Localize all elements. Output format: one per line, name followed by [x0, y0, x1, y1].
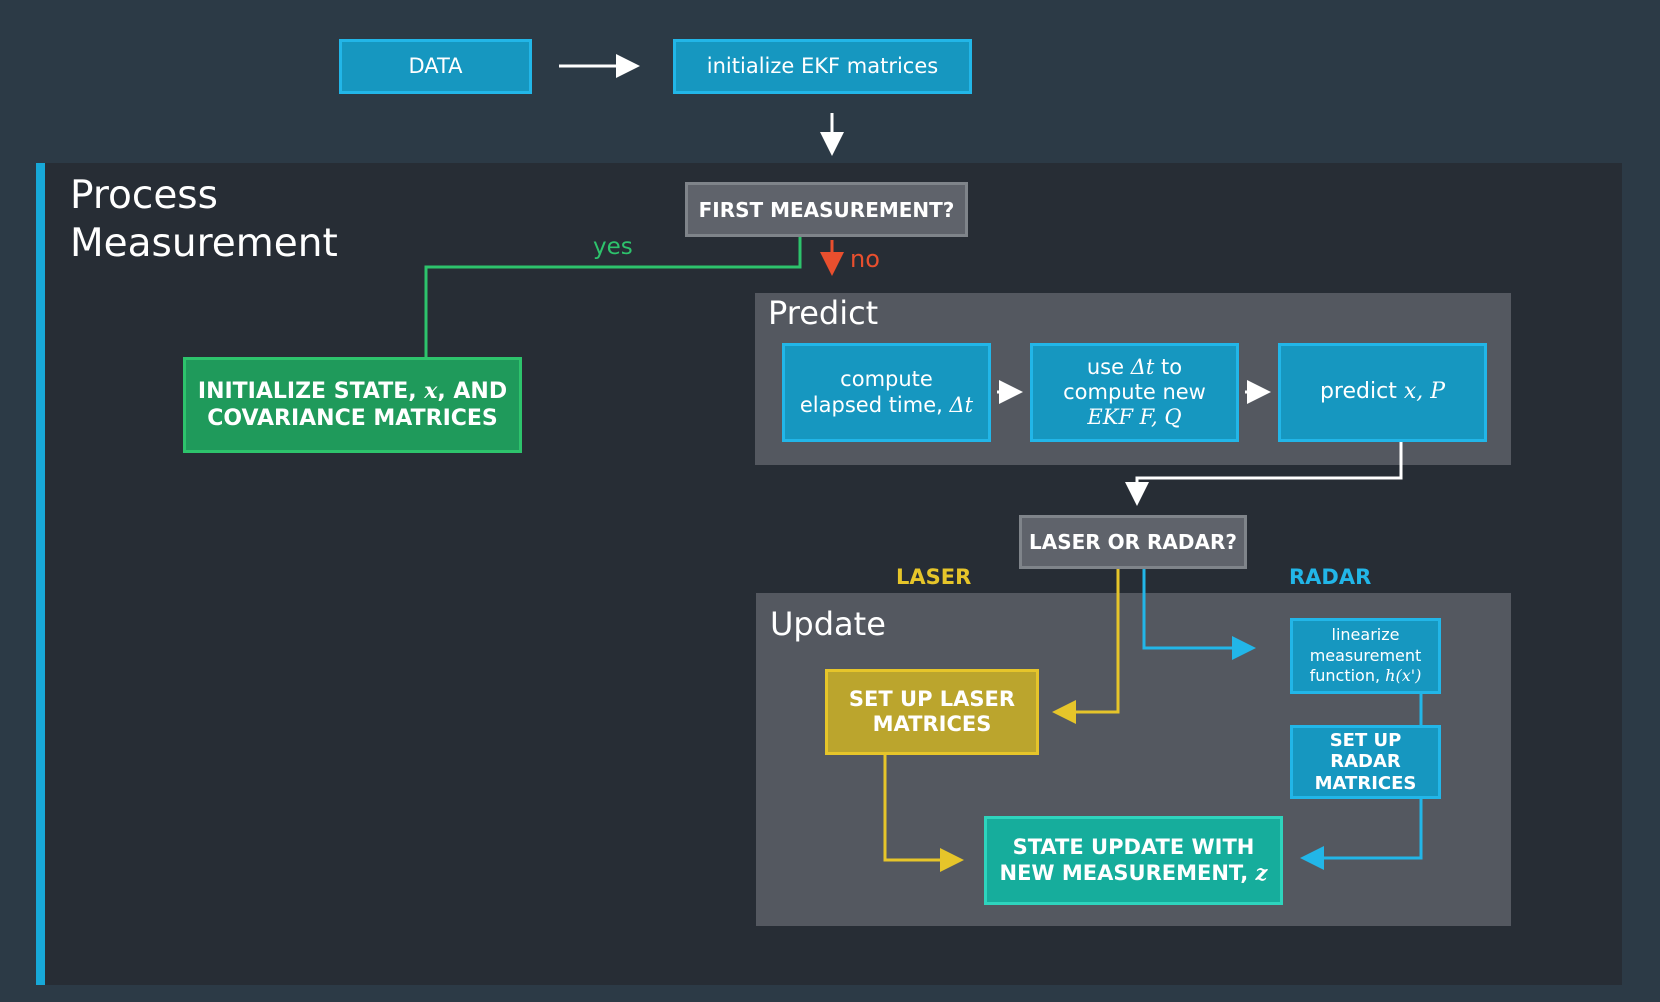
predict-xp-node: predict x, P	[1278, 343, 1487, 442]
init-state-node: INITIALIZE STATE, x, AND COVARIANCE MATR…	[183, 357, 522, 453]
linearize-node: linearize measurement function, h(x')	[1290, 618, 1441, 694]
state-update-node: STATE UPDATE WITH NEW MEASUREMENT, z	[984, 816, 1283, 905]
update-group-label: Update	[770, 605, 886, 643]
panel-title: Process Measurement	[70, 173, 338, 266]
laser-or-radar-node: LASER OR RADAR?	[1019, 515, 1247, 569]
setup-radar-node: SET UP RADAR MATRICES	[1290, 725, 1441, 799]
setup-laser-node: SET UP LASER MATRICES	[825, 669, 1039, 755]
compute-dt-node: compute elapsed time, Δt	[782, 343, 991, 442]
radar-label: RADAR	[1289, 565, 1372, 589]
predict-group-label: Predict	[768, 294, 879, 332]
data-node: DATA	[339, 39, 532, 94]
no-label: no	[850, 245, 880, 273]
use-dt-node: use Δt to compute new EKF F, Q	[1030, 343, 1239, 442]
init-ekf-node: initialize EKF matrices	[673, 39, 972, 94]
flowchart-canvas: Process Measurement Predict Update DATA …	[0, 0, 1660, 1002]
laser-label: LASER	[896, 565, 972, 589]
yes-label: yes	[593, 234, 633, 260]
first-measurement-node: FIRST MEASUREMENT?	[685, 182, 968, 237]
accent-bar	[36, 163, 45, 985]
